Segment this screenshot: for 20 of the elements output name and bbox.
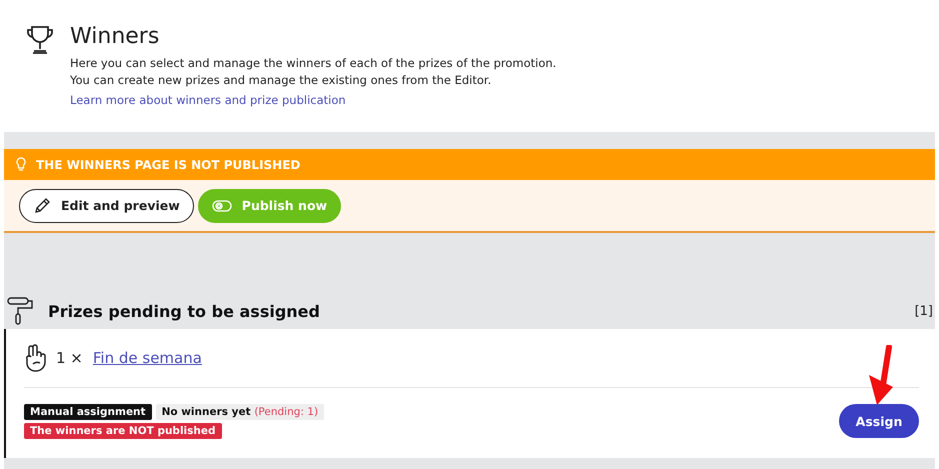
toggle-icon bbox=[212, 200, 232, 212]
prize-name-link[interactable]: Fin de semana bbox=[92, 349, 202, 367]
section-title: Prizes pending to be assigned bbox=[48, 302, 321, 320]
page-title: Winners bbox=[70, 24, 160, 49]
status-tag: No winners yet (Pending: 1) bbox=[156, 404, 324, 420]
description-text: Here you can select and manage the winners of each of the prizes of the promotion. bbox=[70, 55, 556, 72]
trophy-icon bbox=[24, 24, 56, 56]
prize-count: [1] bbox=[914, 304, 933, 318]
pencil-icon bbox=[33, 196, 51, 214]
paint-roller-icon bbox=[6, 296, 34, 326]
description-text: You can create new prizes and manage the existing ones from the Editor. bbox=[70, 72, 492, 89]
learn-more-link[interactable]: Learn more about winners and prize publication bbox=[70, 93, 346, 107]
lightbulb-icon bbox=[16, 157, 26, 172]
prize-quantity: 1 × bbox=[56, 349, 83, 367]
notice-text: THE WINNERS PAGE IS NOT PUBLISHED bbox=[36, 158, 300, 172]
edit-preview-button[interactable]: Edit and preview bbox=[19, 188, 194, 222]
assign-button[interactable]: Assign bbox=[839, 404, 919, 438]
status-tag: The winners are NOT published bbox=[24, 423, 222, 439]
status-tag: Manual assignment bbox=[24, 404, 152, 420]
hand-icon bbox=[24, 344, 46, 372]
